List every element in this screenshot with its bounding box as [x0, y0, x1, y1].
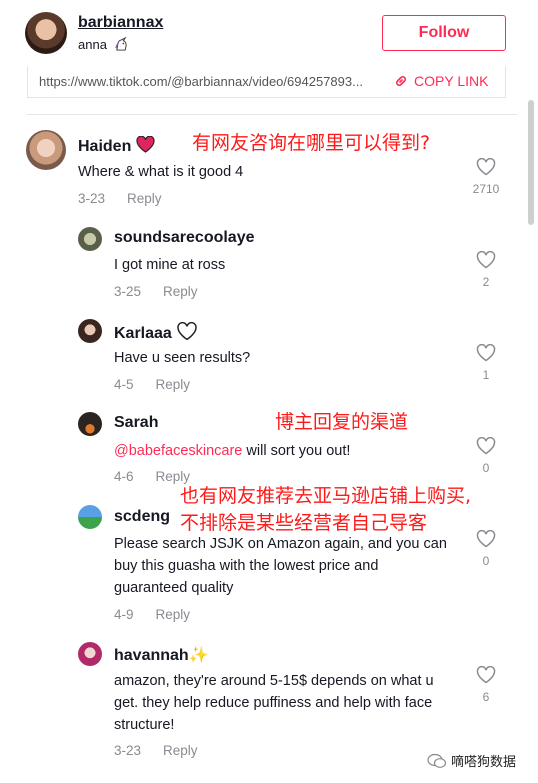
link-icon — [394, 74, 408, 88]
commenter-avatar[interactable] — [78, 319, 102, 343]
like-count: 2 — [471, 275, 501, 289]
comment-date: 4-9 — [114, 607, 134, 622]
comment-text: amazon, they're around 5-15$ depends on … — [114, 670, 454, 736]
mention-link[interactable]: @babefaceskincare — [114, 443, 242, 459]
commenter-name[interactable]: soundsarecoolaye — [114, 229, 255, 247]
commenter-name[interactable]: Haiden — [78, 136, 155, 156]
comment-meta: 3-25 Reply — [114, 284, 198, 299]
annotation-amazon-line2: 不排除是某些经营者自己导客 — [180, 508, 427, 535]
comment-meta: 4-9 Reply — [114, 607, 190, 622]
unicorn-emoji-icon — [114, 37, 129, 51]
copy-link-button[interactable]: COPY LINK — [394, 73, 488, 89]
reply-button[interactable]: Reply — [163, 284, 198, 299]
heart-outline-icon — [476, 158, 496, 176]
like-button[interactable]: 2710 — [471, 158, 501, 196]
comment-text: Where & what is it good 4 — [78, 161, 243, 183]
author-username[interactable]: barbiannax — [78, 14, 163, 32]
like-button[interactable]: 1 — [471, 344, 501, 382]
reply-button[interactable]: Reply — [156, 377, 191, 392]
share-link-bar: https://www.tiktok.com/@barbiannax/video… — [27, 66, 506, 98]
section-divider — [27, 114, 517, 115]
comment-date: 3-23 — [114, 743, 141, 758]
heart-outline-icon — [476, 437, 496, 455]
like-count: 2710 — [471, 182, 501, 196]
follow-button[interactable]: Follow — [382, 15, 506, 51]
commenter-name[interactable]: Sarah — [114, 414, 158, 432]
comment-meta: 3-23 Reply — [78, 191, 162, 206]
wechat-icon — [427, 753, 447, 769]
red-heart-emoji-icon — [136, 136, 155, 153]
like-count: 0 — [471, 461, 501, 475]
like-count: 1 — [471, 368, 501, 382]
watermark-text: 嘀嗒狗数据 — [451, 751, 516, 770]
video-author-header: barbiannax anna Follow — [0, 0, 538, 58]
watermark: 嘀嗒狗数据 — [427, 751, 516, 770]
comment-date: 4-5 — [114, 377, 134, 392]
annotation-amazon-line1: 也有网友推荐去亚马逊店铺上购买, — [180, 481, 471, 508]
reply-button[interactable]: Reply — [127, 191, 162, 206]
annotation-creator-reply: 博主回复的渠道 — [275, 407, 408, 434]
author-nickname-row: anna — [78, 37, 129, 52]
comments-scrollbar[interactable] — [528, 100, 534, 225]
commenter-avatar[interactable] — [78, 412, 102, 436]
comment-date: 3-25 — [114, 284, 141, 299]
heart-outline-icon — [476, 251, 496, 269]
like-button[interactable]: 0 — [471, 530, 501, 568]
white-heart-emoji-icon — [176, 322, 198, 341]
like-count: 6 — [471, 690, 501, 704]
commenter-avatar[interactable] — [78, 227, 102, 251]
commenter-name[interactable]: scdeng — [114, 508, 170, 526]
heart-outline-icon — [476, 666, 496, 684]
commenter-name[interactable]: Karlaaa — [114, 322, 198, 343]
copy-link-label: COPY LINK — [414, 73, 488, 89]
comment-meta: 4-6Reply — [114, 469, 190, 484]
share-link-url: https://www.tiktok.com/@barbiannax/video… — [39, 74, 389, 89]
commenter-avatar[interactable] — [78, 642, 102, 666]
comment-meta: 4-5 Reply — [114, 377, 190, 392]
like-button[interactable]: 2 — [471, 251, 501, 289]
like-button[interactable]: 6 — [471, 666, 501, 704]
comment-text: Have u seen results? — [114, 347, 250, 369]
commenter-avatar[interactable] — [26, 130, 66, 170]
comment-text: @babefaceskincare will sort you out! — [114, 440, 350, 462]
reply-button[interactable]: Reply — [156, 607, 191, 622]
comment-meta: 3-23 Reply — [114, 743, 198, 758]
comment-text: I got mine at ross — [114, 254, 225, 276]
commenter-avatar[interactable] — [78, 505, 102, 529]
comment-date: 4-6 — [114, 469, 134, 484]
author-nickname: anna — [78, 37, 107, 52]
author-avatar[interactable] — [25, 12, 67, 54]
heart-outline-icon — [476, 530, 496, 548]
like-count: 0 — [471, 554, 501, 568]
heart-outline-icon — [476, 344, 496, 362]
reply-button[interactable]: Reply — [163, 743, 198, 758]
comment-text: Please search JSJK on Amazon again, and … — [114, 533, 454, 599]
commenter-name[interactable]: havannah✨ — [114, 645, 209, 665]
annotation-question: 有网友咨询在哪里可以得到? — [192, 128, 430, 155]
like-button[interactable]: 0 — [471, 437, 501, 475]
comment-date: 3-23 — [78, 191, 105, 206]
